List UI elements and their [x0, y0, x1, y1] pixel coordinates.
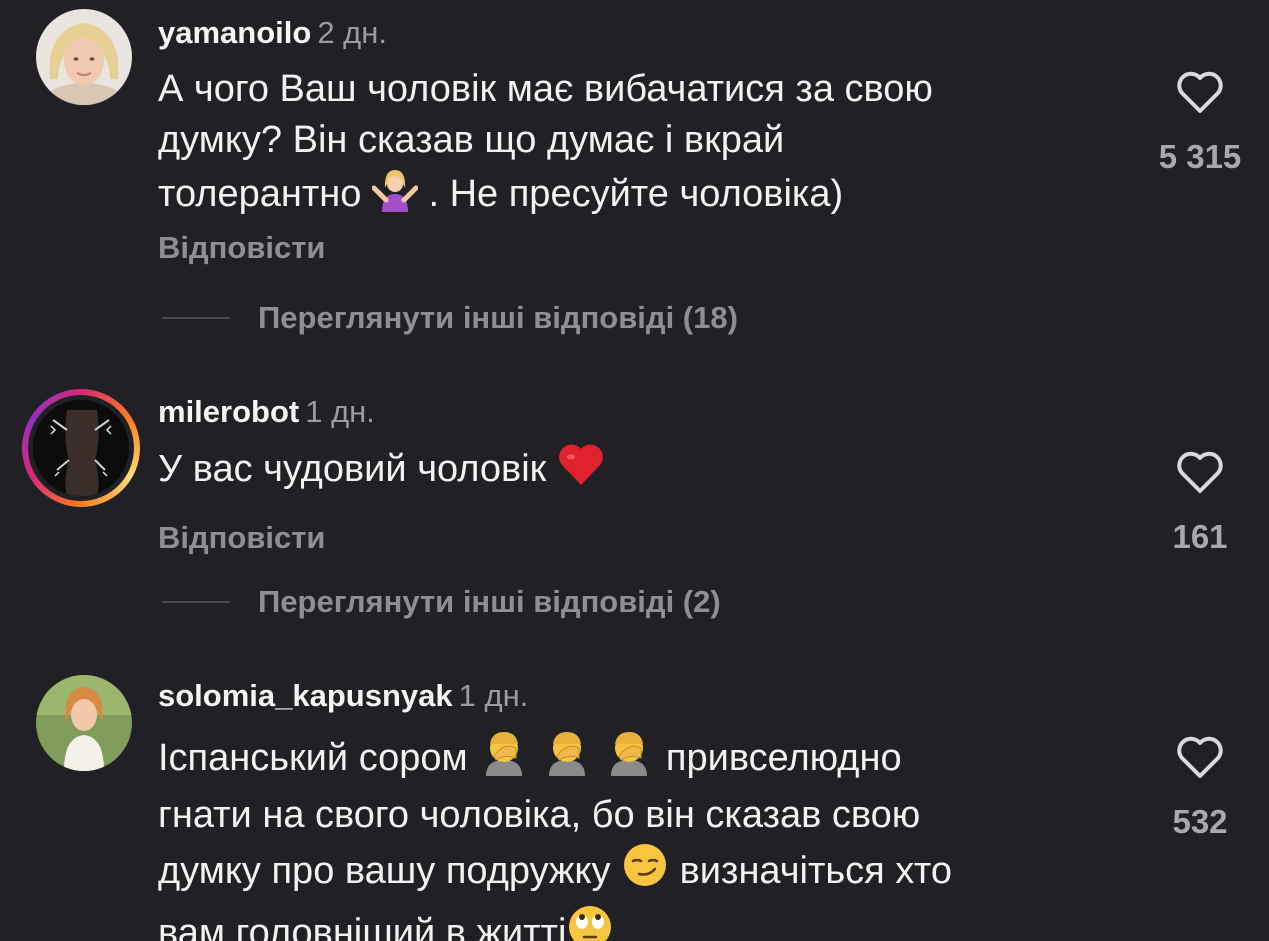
comment-time: 1 дн.	[458, 678, 529, 713]
comment-text-line: вам головніший в житті	[158, 912, 567, 941]
comment-time: 1 дн.	[305, 394, 375, 429]
reply-button[interactable]: Відповісти	[158, 230, 326, 266]
heart-outline-icon[interactable]	[1175, 450, 1225, 494]
view-more-replies[interactable]: Переглянути інші відповіді (18)	[162, 300, 738, 340]
like-count: 532	[1172, 803, 1228, 840]
reply-button[interactable]: Відповісти	[158, 520, 326, 556]
story-ring[interactable]	[22, 389, 140, 507]
like-count: 5 315	[1158, 138, 1242, 175]
heart-outline-icon[interactable]	[1175, 735, 1225, 779]
person-facepalming-emoji	[603, 728, 655, 790]
view-more-replies-label[interactable]: Переглянути інші відповіді (2)	[258, 584, 721, 619]
comment-text-line: Іспанський сором	[158, 737, 468, 779]
comment-text-line: толерантно	[158, 173, 362, 215]
like-button[interactable]: 5 315	[1140, 70, 1260, 176]
person-facepalming-emoji	[541, 728, 593, 790]
comment-text-line: визначіться хто	[679, 850, 952, 892]
person-shrugging-emoji	[371, 166, 419, 226]
like-button[interactable]: 532	[1140, 735, 1260, 841]
comment-text-line: думку про вашу подружку	[158, 850, 611, 892]
comment-text: А чого Ваш чоловік має вибачатися за сво…	[158, 64, 1118, 226]
comment-time: 2 дн.	[317, 15, 388, 50]
comment-text-line: думку? Він сказав що думає і вкрай	[158, 119, 785, 161]
face-rolling-eyes-emoji	[566, 903, 614, 941]
person-facepalming-emoji	[478, 728, 530, 790]
smirking-face-emoji	[621, 841, 669, 903]
divider	[162, 317, 230, 319]
red-heart-emoji	[557, 443, 605, 501]
comment-text-line: привселюдно	[665, 737, 902, 779]
avatar[interactable]	[36, 9, 132, 105]
comment-text: У вас чудовий чоловік	[158, 443, 1118, 501]
comments-list: yamanoilo 2 дн. А чого Ваш чоловік має ви…	[0, 0, 1269, 941]
comment-text-line: гнати на свого чоловіка, бо він сказав с…	[158, 794, 921, 836]
comment-username[interactable]: solomia_kapusnyak	[158, 678, 453, 713]
comment-username[interactable]: milerobot	[158, 394, 299, 429]
avatar[interactable]	[33, 400, 129, 496]
like-count: 161	[1172, 518, 1228, 555]
comment-text: Іспанський сором привселюдно гнати на св…	[158, 728, 1118, 941]
view-more-replies[interactable]: Переглянути інші відповіді (2)	[162, 584, 721, 624]
comment-text-line: . Не пресуйте чоловіка)	[428, 173, 844, 215]
heart-outline-icon[interactable]	[1175, 70, 1225, 114]
divider	[162, 601, 230, 603]
comment-text-line: У вас чудовий чоловік	[158, 448, 547, 490]
comment-text-line: А чого Ваш чоловік має вибачатися за сво…	[158, 68, 933, 110]
avatar[interactable]	[36, 675, 132, 771]
view-more-replies-label[interactable]: Переглянути інші відповіді (18)	[258, 300, 738, 335]
comment-username[interactable]: yamanoilo	[158, 15, 311, 50]
like-button[interactable]: 161	[1140, 450, 1260, 556]
